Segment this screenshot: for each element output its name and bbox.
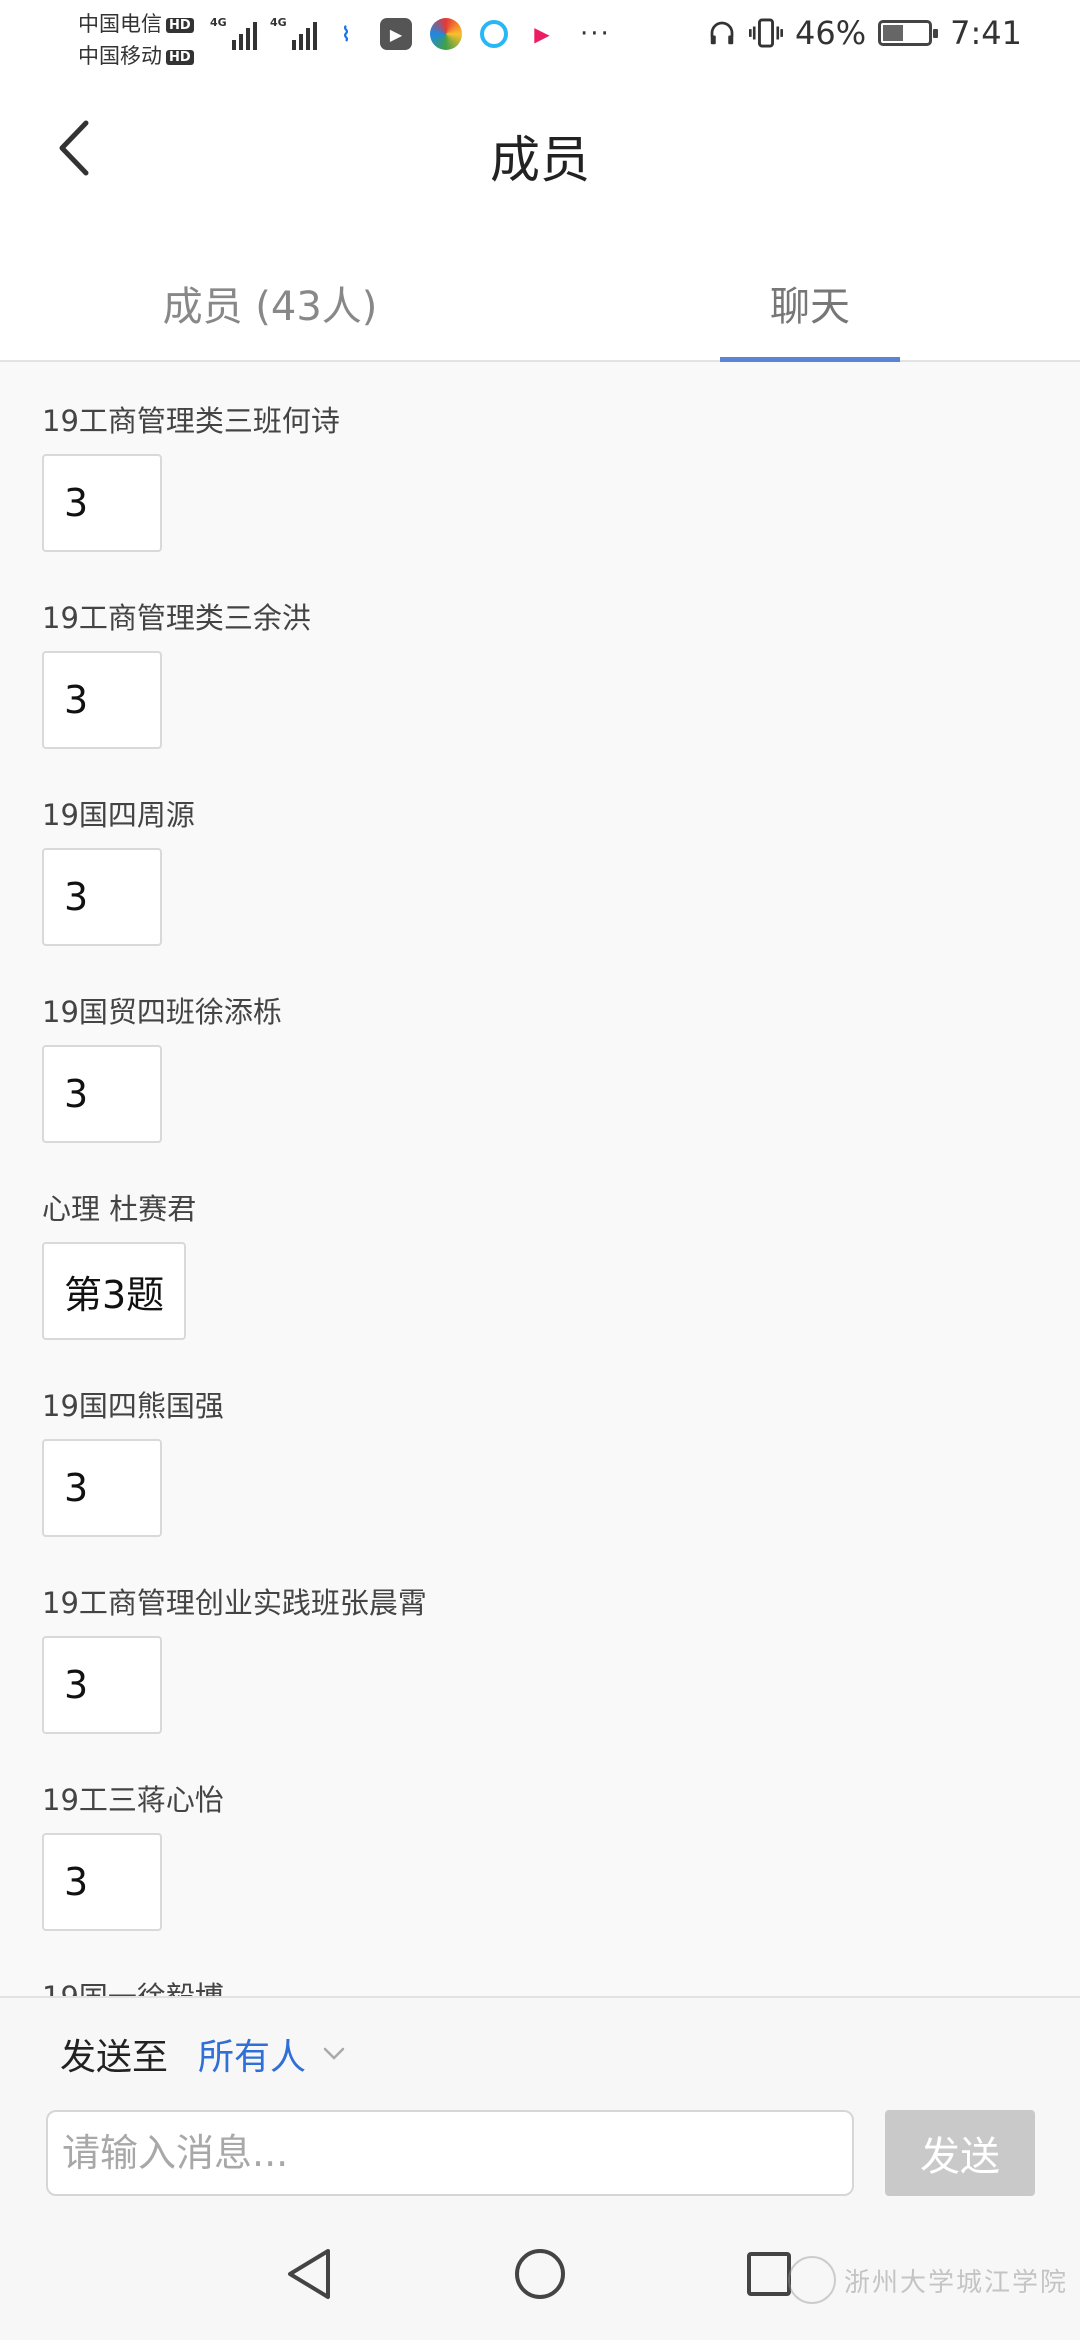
browser-app-icon <box>480 20 508 48</box>
send-button[interactable]: 发送 <box>885 2110 1035 2196</box>
chat-message: 心理 杜赛君 第3题 <box>0 1150 1080 1347</box>
send-to-selector[interactable]: 发送至 所有人 <box>60 2028 346 2080</box>
more-notifications-icon: ··· <box>580 19 611 49</box>
chat-message: 19工商管理类三班何诗 3 <box>0 362 1080 559</box>
message-bubble[interactable]: 3 <box>42 1045 162 1143</box>
message-bubble[interactable]: 3 <box>42 1833 162 1931</box>
hd-badge: HD <box>166 18 194 33</box>
message-sender: 19国四熊国强 <box>42 1389 224 1423</box>
status-bar: 中国电信 HD 中国移动 HD 4G 4G ⌇ ▶ ▶ ··· 46% 7:41 <box>0 0 1080 72</box>
message-bubble[interactable]: 第3题 <box>42 1242 187 1340</box>
message-sender: 19国四周源 <box>42 798 195 832</box>
square-recents-icon <box>747 2252 791 2296</box>
message-input[interactable] <box>46 2110 854 2196</box>
message-bubble[interactable]: 3 <box>42 454 162 552</box>
watermark-text: 浙州大学城江学院 <box>843 2267 1068 2298</box>
chat-message: 19国一徐毅博 <box>0 1938 1080 1996</box>
chat-message-list[interactable]: 19工商管理类三班何诗 3 19工商管理类三余洪 3 19国四周源 3 19国贸… <box>0 362 1080 1996</box>
system-nav-bar: 浙州大学城江学院 <box>0 2206 1080 2340</box>
send-to-label: 发送至 <box>60 2037 169 2078</box>
notification-icons: ⌇ ▶ ▶ ··· <box>330 18 611 50</box>
tab-bar: 成员 (43人) 聊天 <box>0 242 1080 362</box>
message-bubble[interactable]: 3 <box>42 1439 162 1537</box>
carrier-1-name: 中国电信 <box>78 12 162 36</box>
chat-message: 19国四熊国强 3 <box>0 1347 1080 1544</box>
clock: 7:41 <box>950 14 1022 52</box>
signal-strength-icon: 4G <box>270 16 317 50</box>
signal-strength-icon: 4G <box>210 16 257 50</box>
message-bubble[interactable]: 3 <box>42 651 162 749</box>
network-type: 4G <box>270 16 287 29</box>
status-right: 46% 7:41 <box>707 14 1022 52</box>
app-header: 成员 <box>0 72 1080 242</box>
chevron-down-icon[interactable] <box>322 2046 346 2062</box>
watermark: 浙州大学城江学院 <box>787 2256 1068 2304</box>
page-title: 成员 <box>490 131 590 189</box>
tab-chat[interactable]: 聊天 <box>540 274 1080 332</box>
triangle-back-icon <box>288 2249 330 2299</box>
message-bubble[interactable]: 3 <box>42 848 162 946</box>
colorful-app-icon <box>430 18 462 50</box>
carrier-2-name: 中国移动 <box>78 44 162 68</box>
carrier-2: 中国移动 HD <box>78 40 194 70</box>
battery-icon <box>878 20 939 46</box>
chat-message: 19国四周源 3 <box>0 756 1080 953</box>
tab-members[interactable]: 成员 (43人) <box>0 274 540 332</box>
nav-back-button[interactable] <box>279 2244 339 2304</box>
play-app-icon: ▶ <box>534 22 550 46</box>
chat-message: 19国贸四班徐添栎 3 <box>0 953 1080 1150</box>
chat-message: 19工商管理创业实践班张晨霄 3 <box>0 1544 1080 1741</box>
app-notification-icon: ⌇ <box>341 22 351 46</box>
vibrate-icon <box>749 18 784 48</box>
message-sender: 19工商管理类三班何诗 <box>42 404 340 438</box>
video-app-icon: ▶ <box>380 18 412 50</box>
send-to-target[interactable]: 所有人 <box>198 2028 306 2080</box>
message-sender: 19国一徐毅博 <box>42 1974 224 1996</box>
message-sender: 19国贸四班徐添栎 <box>42 995 282 1029</box>
message-sender: 19工商管理创业实践班张晨霄 <box>42 1586 427 1620</box>
circle-home-icon <box>515 2249 565 2299</box>
message-sender: 心理 杜赛君 <box>42 1192 197 1226</box>
nav-home-button[interactable] <box>510 2244 570 2304</box>
message-composer: 发送至 所有人 发送 <box>0 1996 1080 2206</box>
headphones-icon <box>710 21 734 45</box>
message-sender: 19工商管理类三余洪 <box>42 601 311 635</box>
message-sender: 19工三蒋心怡 <box>42 1783 224 1817</box>
message-bubble[interactable]: 3 <box>42 1636 162 1734</box>
network-type: 4G <box>210 16 227 29</box>
carrier-1: 中国电信 HD <box>78 8 194 38</box>
battery-level <box>883 25 904 41</box>
chat-message: 19工三蒋心怡 3 <box>0 1741 1080 1938</box>
hd-badge: HD <box>166 50 194 65</box>
school-seal-icon <box>787 2256 836 2304</box>
chat-message: 19工商管理类三余洪 3 <box>0 559 1080 756</box>
battery-percent: 46% <box>795 14 867 52</box>
